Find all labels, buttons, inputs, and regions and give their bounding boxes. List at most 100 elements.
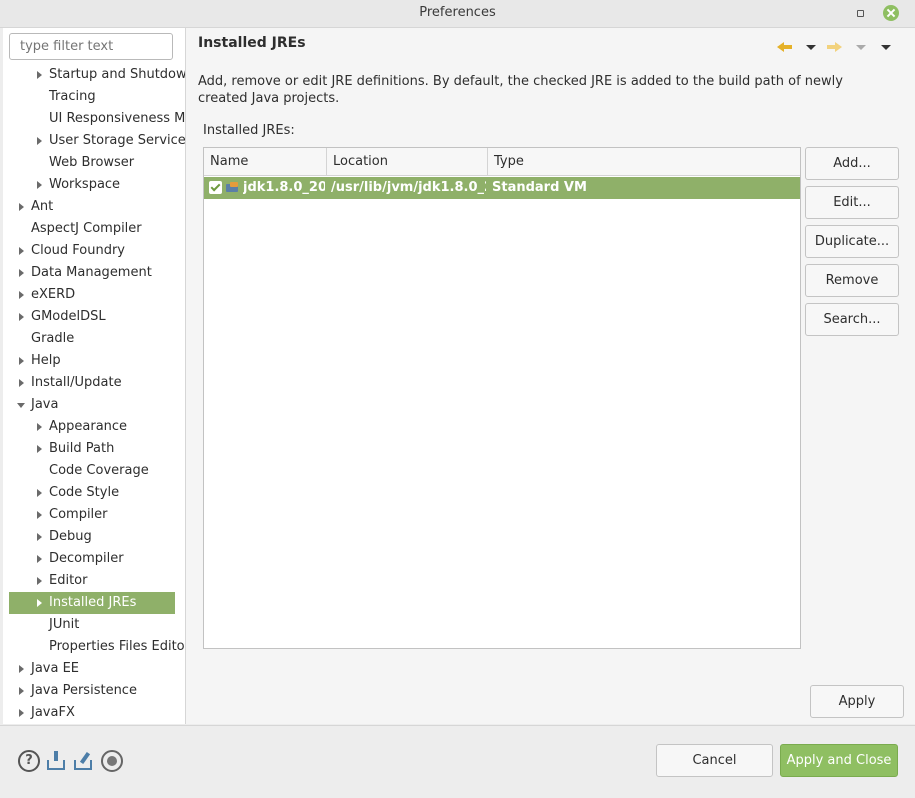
tree-item-label: AspectJ Compiler — [31, 221, 142, 236]
tree-item[interactable]: UI Responsiveness M — [3, 108, 185, 130]
tree-item[interactable]: Java — [3, 394, 185, 416]
tree-item[interactable]: Install/Update — [3, 372, 185, 394]
tree-item[interactable]: Data Management — [3, 262, 185, 284]
remove-button[interactable]: Remove — [805, 264, 899, 297]
tree-item[interactable]: JavaFX — [3, 702, 185, 724]
tree-item[interactable]: Tracing — [3, 86, 185, 108]
tree-item-label: Compiler — [49, 507, 108, 522]
tree-item-label: Code Style — [49, 485, 120, 500]
table-row[interactable]: jdk1.8.0_202 /usr/lib/jvm/jdk1.8.0_20 St… — [204, 177, 800, 199]
tree-item[interactable]: Build Path — [3, 438, 185, 460]
tree-item[interactable]: User Storage Service — [3, 130, 185, 152]
tree-item-label: Appearance — [49, 419, 128, 434]
expanded-chevron-icon[interactable] — [15, 394, 29, 416]
tree-item[interactable]: Editor — [3, 570, 185, 592]
tree-item[interactable]: Code Style — [3, 482, 185, 504]
tree-item-label: Install/Update — [31, 375, 122, 390]
collapsed-chevron-icon[interactable] — [15, 658, 29, 680]
import-icon[interactable] — [45, 750, 67, 772]
column-header-type[interactable]: Type — [488, 148, 800, 176]
tree-item[interactable]: Gradle — [3, 328, 185, 350]
view-menu-icon[interactable] — [878, 40, 896, 54]
tree-item[interactable]: Appearance — [3, 416, 185, 438]
restore-icon[interactable] — [852, 5, 868, 21]
back-menu-chevron-down-icon[interactable] — [803, 40, 821, 54]
collapsed-chevron-icon[interactable] — [33, 570, 47, 592]
collapsed-chevron-icon[interactable] — [15, 702, 29, 724]
collapsed-chevron-icon[interactable] — [15, 262, 29, 284]
tree-item-label: Workspace — [49, 177, 121, 192]
tree-item[interactable]: GModelDSL — [3, 306, 185, 328]
collapsed-chevron-icon[interactable] — [33, 130, 47, 152]
tree-item-label: Gradle — [31, 331, 75, 346]
window-title: Preferences — [419, 5, 496, 20]
tree-item[interactable]: Compiler — [3, 504, 185, 526]
edit-button[interactable]: Edit... — [805, 186, 899, 219]
tree-item[interactable]: JUnit — [3, 614, 185, 636]
tree-item-label: User Storage Service — [49, 133, 186, 148]
tree-item-label: Startup and Shutdow — [49, 67, 186, 82]
tree-item-label: Java — [31, 397, 59, 412]
tree-item-label: JUnit — [49, 617, 80, 632]
collapsed-chevron-icon[interactable] — [33, 438, 47, 460]
tree-item[interactable]: Java EE — [3, 658, 185, 680]
collapsed-chevron-icon[interactable] — [15, 196, 29, 218]
collapsed-chevron-icon[interactable] — [33, 526, 47, 548]
add-button[interactable]: Add... — [805, 147, 899, 180]
page-title: Installed JREs — [198, 35, 306, 51]
cancel-button[interactable]: Cancel — [656, 744, 773, 777]
search-button[interactable]: Search... — [805, 303, 899, 336]
collapsed-chevron-icon[interactable] — [33, 416, 47, 438]
collapsed-chevron-icon[interactable] — [33, 592, 47, 614]
help-icon[interactable]: ? — [18, 750, 40, 772]
tree-item[interactable]: AspectJ Compiler — [3, 218, 185, 240]
collapsed-chevron-icon[interactable] — [33, 64, 47, 86]
tree-item[interactable]: Installed JREs — [9, 592, 175, 614]
arrow-right-icon[interactable] — [827, 40, 845, 54]
tree-item[interactable]: Workspace — [3, 174, 185, 196]
tree-item-label: JavaFX — [31, 705, 75, 720]
tree-item[interactable]: Java Persistence — [3, 680, 185, 702]
apply-button[interactable]: Apply — [810, 685, 904, 718]
collapsed-chevron-icon[interactable] — [33, 548, 47, 570]
collapsed-chevron-icon[interactable] — [33, 504, 47, 526]
collapsed-chevron-icon[interactable] — [15, 240, 29, 262]
tree-item[interactable]: Debug — [3, 526, 185, 548]
installed-jres-label: Installed JREs: — [203, 123, 295, 138]
column-header-name[interactable]: Name — [204, 148, 327, 176]
collapsed-chevron-icon[interactable] — [15, 350, 29, 372]
duplicate-button[interactable]: Duplicate... — [805, 225, 899, 258]
collapsed-chevron-icon[interactable] — [15, 284, 29, 306]
tree-item[interactable]: Startup and Shutdow — [3, 64, 185, 86]
tree-item[interactable]: Help — [3, 350, 185, 372]
tree-item[interactable]: Properties Files Edito — [3, 636, 185, 658]
apply-and-close-button[interactable]: Apply and Close — [780, 744, 898, 777]
export-icon[interactable] — [72, 750, 94, 772]
tree-item[interactable]: Decompiler — [3, 548, 185, 570]
tree-item[interactable]: eXERD — [3, 284, 185, 306]
arrow-left-icon[interactable] — [777, 40, 795, 54]
jre-location: /usr/lib/jvm/jdk1.8.0_20 — [331, 180, 486, 195]
tree-item-label: Java EE — [31, 661, 80, 676]
jre-icon — [226, 182, 240, 194]
title-bar: Preferences — [0, 0, 915, 28]
collapsed-chevron-icon[interactable] — [33, 174, 47, 196]
tree-item[interactable]: Web Browser — [3, 152, 185, 174]
tree-item[interactable]: Code Coverage — [3, 460, 185, 482]
tree-item-label: Installed JREs — [49, 595, 137, 610]
tree-item-label: Editor — [49, 573, 88, 588]
collapsed-chevron-icon[interactable] — [15, 680, 29, 702]
collapsed-chevron-icon[interactable] — [15, 372, 29, 394]
column-header-location[interactable]: Location — [327, 148, 488, 176]
jre-checkbox[interactable] — [209, 181, 222, 194]
collapsed-chevron-icon[interactable] — [33, 482, 47, 504]
filter-input[interactable] — [9, 33, 173, 60]
close-icon[interactable] — [883, 5, 899, 21]
tree-item[interactable]: Cloud Foundry — [3, 240, 185, 262]
forward-menu-chevron-down-icon[interactable] — [853, 40, 871, 54]
tree-item[interactable]: Ant — [3, 196, 185, 218]
collapsed-chevron-icon[interactable] — [15, 306, 29, 328]
tree-item-label: Build Path — [49, 441, 115, 456]
dialog-button-bar: ? Cancel Apply and Close — [0, 725, 915, 798]
record-icon[interactable] — [101, 750, 123, 772]
